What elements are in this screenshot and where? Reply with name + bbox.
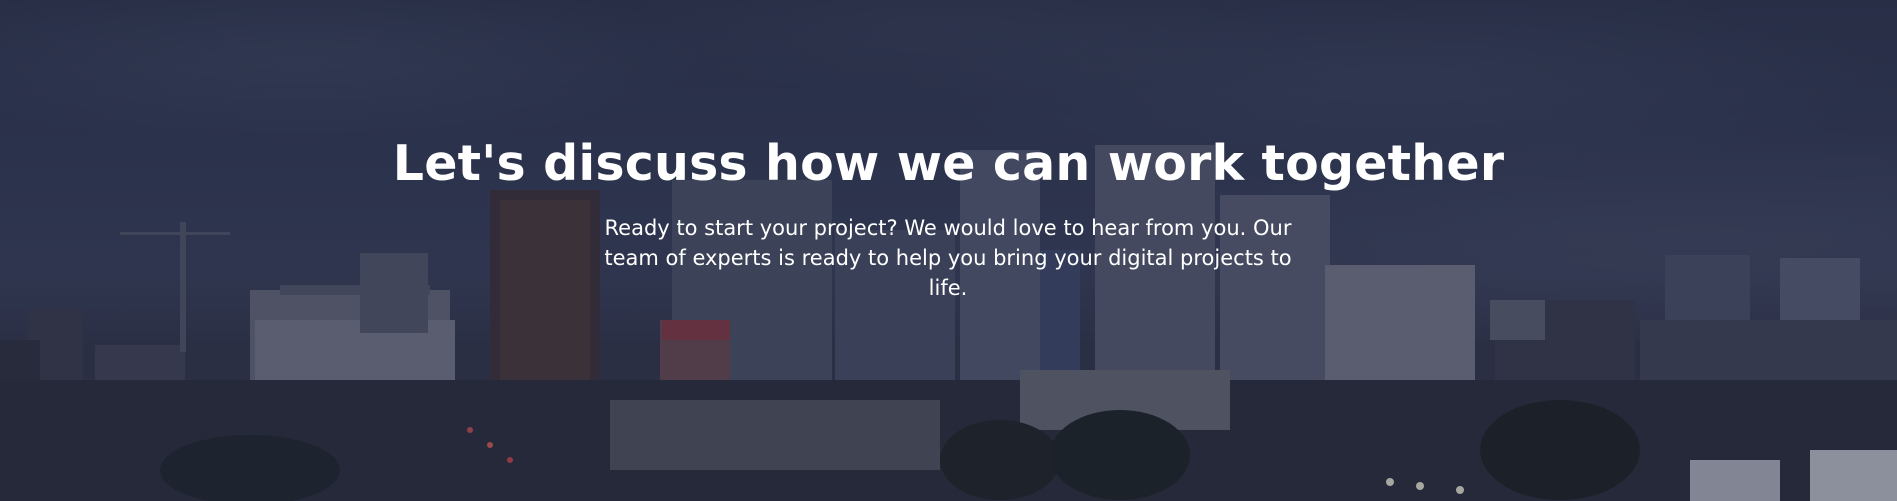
hero-description: Ready to start your project? We would lo…: [604, 216, 1292, 300]
page-title: Let's discuss how we can work together: [392, 135, 1505, 192]
hero-section: Let's discuss how we can work together R…: [0, 0, 1897, 501]
